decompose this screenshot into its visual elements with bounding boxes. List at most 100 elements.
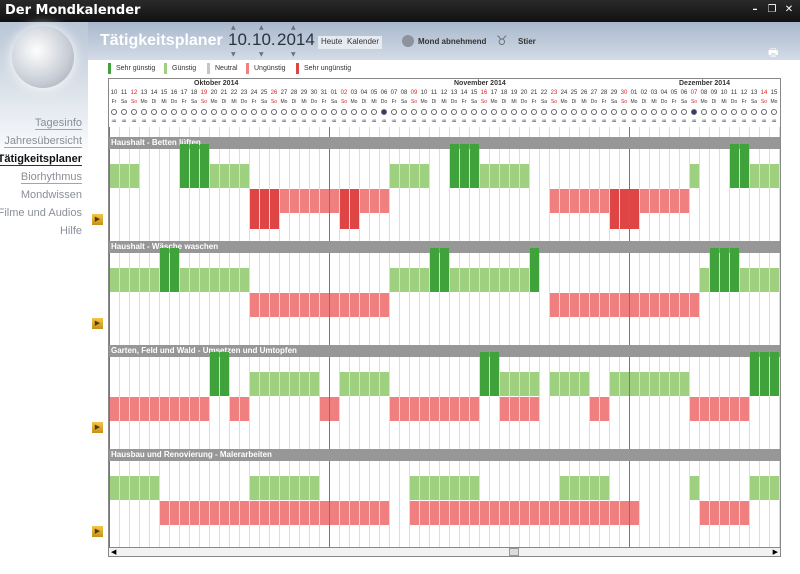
- bad-day-bar: [470, 501, 479, 525]
- zodiac-sign-icon: ♒: [301, 118, 307, 125]
- bad-day-bar: [710, 397, 719, 421]
- expand-arrow-icon[interactable]: ▶: [92, 526, 103, 537]
- moon-phase-icon: [131, 109, 137, 115]
- day-number: 14: [460, 90, 468, 96]
- weekday-label: So: [480, 99, 488, 105]
- zodiac-sign-icon: ♒: [231, 118, 237, 125]
- bad-day-bar: [320, 189, 329, 213]
- good-day-bar: [420, 164, 429, 188]
- zodiac-sign-icon: ♒: [491, 118, 497, 125]
- moon-phase-icon: [501, 109, 507, 115]
- good-day-bar: [530, 372, 539, 396]
- zodiac-sign-icon: ♒: [501, 118, 507, 125]
- good-day-bar: [650, 372, 659, 396]
- month-label: November 2014: [454, 80, 506, 87]
- good-day-bar: [720, 248, 729, 292]
- moon-phase-icon: [371, 109, 377, 115]
- moon-phase-icon: [311, 109, 317, 115]
- day-number: 11: [730, 90, 738, 96]
- good-day-bar: [490, 268, 499, 292]
- bad-day-bar: [250, 293, 259, 317]
- bad-day-bar: [140, 397, 149, 421]
- horizontal-scrollbar[interactable]: ◀ ▶: [108, 547, 781, 557]
- year-down-icon[interactable]: ▼: [291, 51, 296, 58]
- moon-phase-icon: [771, 109, 777, 115]
- zodiac-sign-icon: ♒: [661, 118, 667, 125]
- bad-day-bar: [490, 501, 499, 525]
- close-icon[interactable]: ✕: [782, 3, 796, 17]
- bad-day-bar: [440, 397, 449, 421]
- day-down-icon[interactable]: ▼: [231, 51, 236, 58]
- maximize-icon[interactable]: ❐: [765, 3, 779, 17]
- bad-day-bar: [590, 397, 599, 421]
- day-number: 21: [220, 90, 228, 96]
- nav-mondwissen[interactable]: Mondwissen: [21, 189, 82, 201]
- weekday-label: Di: [221, 99, 227, 105]
- good-day-bar: [750, 268, 759, 292]
- bad-day-bar: [340, 189, 349, 229]
- bad-day-bar: [250, 501, 259, 525]
- day-field[interactable]: 10.: [228, 30, 252, 50]
- grid-line: [739, 127, 740, 547]
- good-day-bar: [620, 372, 629, 396]
- year-field[interactable]: 2014: [277, 30, 315, 50]
- zodiac-sign-icon: ♒: [131, 118, 137, 125]
- weekday-label: Mi: [161, 99, 167, 105]
- bad-day-bar: [210, 501, 219, 525]
- scroll-right-icon[interactable]: ▶: [773, 548, 778, 556]
- scroll-left-icon[interactable]: ◀: [111, 548, 116, 556]
- page-title: Tätigkeitsplaner: [100, 32, 223, 49]
- expand-arrow-icon[interactable]: ▶: [92, 318, 103, 329]
- bad-day-bar: [690, 397, 699, 421]
- nav-jahresuebersicht[interactable]: Jahresübersicht: [4, 135, 82, 148]
- nav-tagesinfo[interactable]: Tagesinfo: [34, 117, 82, 130]
- moon-phase-icon: [551, 109, 557, 115]
- moon-phase-icon: [381, 109, 387, 115]
- moon-phase-icon: [681, 109, 687, 115]
- scroll-thumb[interactable]: [509, 548, 519, 556]
- weekday-label: Di: [361, 99, 367, 105]
- weekday-label: Fr: [671, 99, 677, 105]
- zodiac-sign-icon: ♒: [311, 118, 317, 125]
- calendar-button[interactable]: Kalender: [344, 36, 383, 49]
- nav-filme-audios[interactable]: Filme und Audios: [0, 207, 82, 219]
- nav-hilfe[interactable]: Hilfe: [60, 225, 82, 237]
- good-day-bar: [240, 164, 249, 188]
- good-day-bar: [750, 352, 759, 396]
- zodiac-sign-icon: ♒: [361, 118, 367, 125]
- moon-phase-icon: [751, 109, 757, 115]
- day-number: 28: [600, 90, 608, 96]
- day-number: 07: [690, 90, 698, 96]
- bad-day-bar: [280, 501, 289, 525]
- good-day-bar: [220, 164, 229, 188]
- day-number: 19: [200, 90, 208, 96]
- grid-line: [179, 127, 180, 547]
- moon-phase-icon: [461, 109, 467, 115]
- expand-arrow-icon[interactable]: ▶: [92, 422, 103, 433]
- bad-day-bar: [680, 293, 689, 317]
- zodiac-sign-icon: ♒: [621, 118, 627, 125]
- bad-day-bar: [340, 293, 349, 317]
- bad-day-bar: [470, 397, 479, 421]
- today-button[interactable]: Heute: [318, 36, 346, 49]
- day-number: 27: [280, 90, 288, 96]
- minimize-icon[interactable]: –: [748, 3, 762, 17]
- nav-taetigkeitsplaner[interactable]: Tätigkeitsplaner: [0, 153, 82, 166]
- bad-day-bar: [630, 189, 639, 229]
- day-number: 09: [410, 90, 418, 96]
- good-day-bar: [360, 372, 369, 396]
- zodiac-sign-icon: ♒: [671, 118, 677, 125]
- activity-header[interactable]: [109, 137, 780, 149]
- good-day-bar: [520, 268, 529, 292]
- month-field[interactable]: 10.: [252, 30, 276, 50]
- bad-day-bar: [180, 501, 189, 525]
- bad-day-bar: [180, 397, 189, 421]
- nav-biorhythmus[interactable]: Biorhythmus: [20, 171, 82, 184]
- weekday-label: Do: [520, 99, 528, 105]
- expand-arrow-icon[interactable]: ▶: [92, 214, 103, 225]
- legend-unguenstig: Ungünstig: [246, 63, 286, 74]
- moon-phase-icon: [361, 109, 367, 115]
- month-down-icon[interactable]: ▼: [259, 51, 264, 58]
- good-day-bar: [210, 352, 219, 396]
- good-day-bar: [250, 372, 259, 396]
